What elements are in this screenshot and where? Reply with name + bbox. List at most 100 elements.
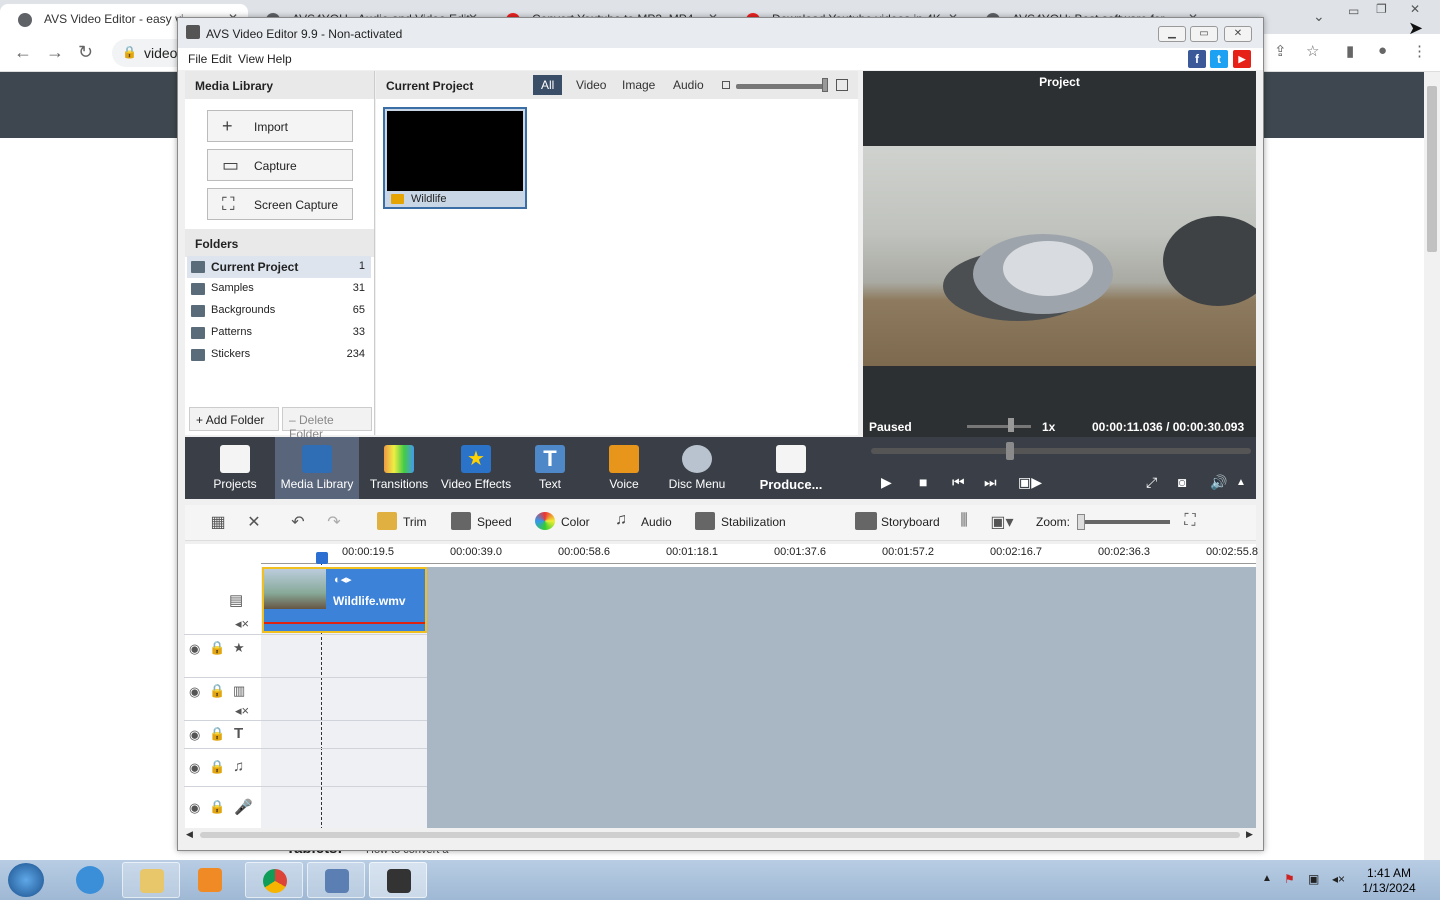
trim-button[interactable]: Trim: [377, 512, 427, 530]
mute-icon[interactable]: ◂×: [235, 616, 249, 632]
folder-current-project[interactable]: Current Project 1: [187, 256, 371, 278]
profile-icon[interactable]: ●: [1378, 42, 1387, 59]
toolbar-disc-menu-button[interactable]: Disc Menu: [661, 437, 733, 499]
toolbar-transitions-button[interactable]: Transitions: [361, 437, 437, 499]
toolbar-media-library-button[interactable]: Media Library: [275, 437, 359, 499]
folder-patterns[interactable]: Patterns 33: [187, 322, 371, 344]
minimize-button[interactable]: ▁: [1158, 26, 1186, 42]
filter-video-tab[interactable]: Video: [568, 75, 614, 95]
seek-knob[interactable]: [1006, 442, 1015, 460]
timeline-ruler[interactable]: 00:00:19.5 00:00:39.0 00:00:58.6 00:01:1…: [261, 544, 1258, 564]
menu-file[interactable]: File: [188, 52, 207, 66]
lock-icon[interactable]: 🔒: [209, 759, 225, 775]
split-clip-icon[interactable]: ▦: [207, 512, 229, 532]
audio-mixer-icon[interactable]: ⫼: [953, 512, 975, 532]
taskbar-avs-button[interactable]: [369, 862, 427, 898]
speed-button[interactable]: Speed: [451, 512, 512, 530]
screen-capture-button[interactable]: ⛶ Screen Capture: [207, 188, 353, 220]
visibility-eye-icon[interactable]: ◉: [189, 800, 200, 816]
timeline-scroll-thumb[interactable]: [200, 832, 1240, 838]
scroll-right-icon[interactable]: ▶: [1246, 829, 1253, 840]
bookmark-star-icon[interactable]: ☆: [1306, 42, 1319, 60]
snapshot-icon[interactable]: ◙: [1178, 474, 1186, 490]
close-browser-icon[interactable]: ✕: [1410, 2, 1420, 16]
taskbar-explorer-button[interactable]: [122, 862, 180, 898]
thumbnail-size-knob[interactable]: [822, 78, 828, 92]
minimize-browser-icon[interactable]: ▭: [1348, 4, 1359, 18]
redo-icon[interactable]: ↷: [323, 512, 345, 532]
timeline-video-clip[interactable]: ◐◂▸ Wildlife.wmv: [262, 567, 427, 633]
folder-stickers[interactable]: Stickers 234: [187, 344, 371, 366]
audio-button[interactable]: ♫ Audio: [615, 511, 672, 529]
youtube-icon[interactable]: ▶: [1233, 50, 1251, 68]
toolbar-projects-button[interactable]: Projects: [197, 437, 273, 499]
visibility-eye-icon[interactable]: ◉: [189, 727, 200, 743]
import-button[interactable]: + Import: [207, 110, 353, 142]
tray-flag-icon[interactable]: ⚑: [1284, 872, 1295, 886]
mute-icon[interactable]: ◂×: [235, 703, 249, 719]
undo-icon[interactable]: ↶: [287, 512, 309, 532]
visibility-eye-icon[interactable]: ◉: [189, 641, 200, 657]
speed-slider-knob[interactable]: [1008, 418, 1014, 432]
reload-icon[interactable]: ↻: [78, 42, 93, 63]
seek-bar[interactable]: [871, 448, 1251, 454]
video-frame[interactable]: [863, 146, 1256, 366]
lock-icon[interactable]: 🔒: [209, 683, 225, 699]
menu-edit[interactable]: Edit: [211, 52, 232, 66]
audio-volume-line[interactable]: [264, 622, 425, 624]
add-folder-button[interactable]: + Add Folder: [189, 407, 279, 431]
fullscreen-icon[interactable]: ⤢: [1146, 474, 1157, 491]
toolbar-voice-button[interactable]: Voice: [593, 437, 655, 499]
next-frame-icon[interactable]: ⏭: [984, 474, 997, 491]
large-thumbs-icon[interactable]: [836, 79, 848, 91]
playhead-marker[interactable]: [316, 552, 328, 564]
tray-volume-icon[interactable]: ◂×: [1332, 872, 1345, 886]
toolbar-text-button[interactable]: T Text: [519, 437, 581, 499]
toolbar-video-effects-button[interactable]: ★ Video Effects: [435, 437, 517, 499]
back-icon[interactable]: ←: [14, 42, 32, 63]
zoom-slider-knob[interactable]: [1077, 514, 1085, 530]
folder-backgrounds[interactable]: Backgrounds 65: [187, 300, 371, 322]
tray-network-icon[interactable]: ▣: [1308, 872, 1319, 886]
play-icon[interactable]: ▶: [881, 474, 892, 491]
visibility-eye-icon[interactable]: ◉: [189, 760, 200, 776]
fit-timeline-icon[interactable]: ⛶: [1179, 512, 1201, 532]
start-button-icon[interactable]: [8, 863, 44, 897]
maximize-button[interactable]: ▭: [1190, 26, 1218, 42]
menu-dots-icon[interactable]: ⋮: [1412, 42, 1427, 60]
lock-icon[interactable]: 🔒: [209, 799, 225, 815]
lock-icon[interactable]: 🔒: [209, 726, 225, 742]
stabilization-button[interactable]: Stabilization: [695, 512, 786, 530]
previous-frame-icon[interactable]: ⏮: [952, 474, 965, 491]
split-screen-icon[interactable]: ▣▶: [1018, 474, 1042, 491]
internet-explorer-icon[interactable]: [76, 866, 104, 894]
page-scroll-thumb[interactable]: [1427, 86, 1437, 252]
scroll-left-icon[interactable]: ◀: [186, 829, 193, 840]
menu-help[interactable]: Help: [267, 52, 292, 66]
facebook-icon[interactable]: f: [1188, 50, 1206, 68]
menu-view[interactable]: View: [238, 52, 264, 66]
speed-slider[interactable]: [967, 425, 1031, 428]
thumbnail-size-slider[interactable]: [736, 84, 826, 89]
close-button[interactable]: ✕: [1224, 26, 1252, 42]
volume-up-arrow-icon[interactable]: ▲: [1236, 477, 1246, 488]
delete-folder-button[interactable]: – Delete Folder: [282, 407, 372, 441]
filter-image-tab[interactable]: Image: [614, 75, 663, 95]
twitter-icon[interactable]: t: [1210, 50, 1228, 68]
view-options-icon[interactable]: ▣▾: [985, 512, 1019, 532]
share-icon[interactable]: ⇪: [1274, 42, 1287, 60]
forward-icon[interactable]: →: [46, 42, 64, 63]
lock-icon[interactable]: 🔒: [209, 640, 225, 656]
media-player-icon[interactable]: [198, 868, 222, 892]
small-thumbs-icon[interactable]: [722, 81, 730, 89]
volume-icon[interactable]: 🔊: [1210, 474, 1227, 491]
filter-all-tab[interactable]: All: [533, 75, 563, 95]
sidepanel-icon[interactable]: ▮: [1346, 42, 1354, 60]
storyboard-button[interactable]: Storyboard: [855, 512, 940, 530]
tray-overflow-icon[interactable]: ▲: [1262, 873, 1272, 884]
media-item-thumbnail[interactable]: Wildlife: [383, 107, 527, 209]
toolbar-produce-button[interactable]: Produce...: [751, 437, 831, 499]
filter-audio-tab[interactable]: Audio: [665, 75, 712, 95]
capture-button[interactable]: ▭ Capture: [207, 149, 353, 181]
timeline-empty-area[interactable]: [427, 567, 1256, 829]
